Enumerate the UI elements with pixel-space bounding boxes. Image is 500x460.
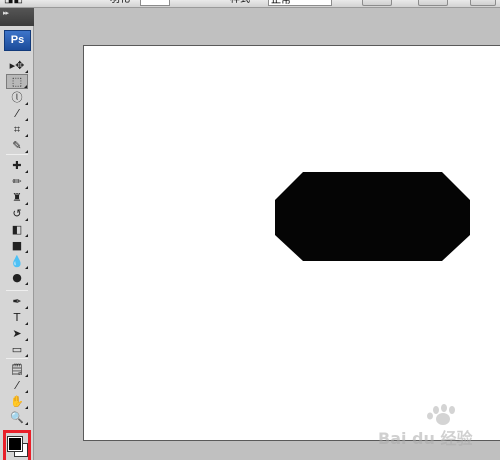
tool-flyout-indicator (25, 102, 28, 105)
feather-label: 羽化 (110, 0, 130, 6)
collapse-arrows-icon[interactable]: ▸▸ (3, 10, 9, 18)
type-icon: T (13, 311, 21, 324)
spot-healing-brush-icon: ✚ (12, 159, 22, 172)
tool-flyout-indicator (25, 218, 28, 221)
refine-edge-button[interactable] (470, 0, 496, 6)
lasso-icon: ⓛ (11, 91, 23, 104)
crop-icon: ⌗ (13, 123, 21, 136)
brush-tool[interactable]: ✏ (6, 174, 28, 189)
notes-tool[interactable]: 🗒 (6, 362, 28, 377)
tools-panel: ▸▸ Ps ▸✥ ⬚ ⓛ ⁄ ⌗ ✎ ✚ ✏ ♜ ↺ ◧ ■ 💧 ● ✒ T ➤ ▭ 🗒 ⁄ ✋ 🔍 (0, 8, 34, 460)
tool-flyout-indicator (25, 150, 28, 153)
type-tool[interactable]: T (6, 310, 28, 325)
hand-icon: ✋ (10, 395, 24, 408)
tool-flyout-indicator (25, 186, 28, 189)
eraser-tool[interactable]: ◧ (6, 222, 28, 237)
dodge-icon: ● (12, 271, 22, 284)
watermark-text: Bai du 经验 (378, 429, 473, 448)
move-icon: ▸✥ (9, 59, 25, 72)
tool-flyout-indicator (25, 354, 28, 357)
style-select[interactable]: 正常 (268, 0, 332, 6)
lasso-tool[interactable]: ⓛ (6, 90, 28, 105)
clone-stamp-tool[interactable]: ♜ (6, 190, 28, 205)
rectangular-marquee-icon: ⬚ (11, 75, 23, 88)
rounded-rectangle-shape[interactable] (275, 172, 470, 261)
pen-icon: ✒ (12, 295, 22, 308)
pen-tool[interactable]: ✒ (6, 294, 28, 309)
tool-flyout-indicator (25, 70, 28, 73)
tool-group-separator (6, 290, 28, 291)
eyedropper-icon: ⁄ (16, 379, 18, 392)
slice-icon: ✎ (12, 139, 22, 152)
rectangular-marquee-tool[interactable]: ⬚ (6, 74, 28, 89)
photoshop-logo[interactable]: Ps (4, 30, 31, 51)
options-tool-preset-icon[interactable]: ◨◧ (4, 0, 23, 6)
tool-flyout-indicator (25, 170, 28, 173)
dodge-tool[interactable]: ● (6, 270, 28, 285)
magic-wand-icon: ⁄ (16, 107, 18, 120)
zoom-icon: 🔍 (10, 411, 24, 424)
tool-flyout-indicator (25, 282, 28, 285)
tool-group-separator (6, 154, 28, 155)
tool-flyout-indicator (25, 374, 28, 377)
notes-icon: 🗒 (10, 363, 24, 376)
blur-tool[interactable]: 💧 (6, 254, 28, 269)
tool-flyout-indicator (25, 118, 28, 121)
style-label: 样式 (230, 0, 250, 6)
eraser-icon: ◧ (11, 223, 23, 236)
color-swatches[interactable] (3, 430, 31, 460)
shape-tool[interactable]: ▭ (6, 342, 28, 357)
foreground-color-swatch[interactable] (7, 436, 23, 452)
style-select-value: 正常 (271, 0, 291, 6)
history-brush-icon: ↺ (12, 207, 22, 220)
tool-flyout-indicator (25, 134, 28, 137)
tool-flyout-indicator (25, 322, 28, 325)
tool-flyout-indicator (25, 406, 28, 409)
crop-tool[interactable]: ⌗ (6, 122, 28, 137)
tool-flyout-indicator (25, 202, 28, 205)
brush-icon: ✏ (12, 175, 22, 188)
move-tool[interactable]: ▸✥ (6, 58, 28, 73)
gradient-tool[interactable]: ■ (6, 238, 28, 253)
path-selection-icon: ➤ (12, 327, 22, 340)
width-input[interactable] (362, 0, 392, 6)
tool-flyout-indicator (25, 306, 28, 309)
gradient-icon: ■ (11, 239, 23, 252)
shape-icon: ▭ (11, 343, 23, 356)
magic-wand-tool[interactable]: ⁄ (6, 106, 28, 121)
eyedropper-tool[interactable]: ⁄ (6, 378, 28, 393)
hand-tool[interactable]: ✋ (6, 394, 28, 409)
tool-group-separator (6, 358, 28, 359)
tool-flyout-indicator (25, 234, 28, 237)
path-selection-tool[interactable]: ➤ (6, 326, 28, 341)
options-bar: ◨◧ 羽化 样式 正常 (0, 0, 500, 8)
tool-flyout-indicator (25, 266, 28, 269)
feather-input[interactable] (140, 0, 170, 6)
clone-stamp-icon: ♜ (12, 191, 22, 204)
tool-flyout-indicator (24, 85, 27, 88)
height-input[interactable] (418, 0, 448, 6)
tools-panel-gripper[interactable]: ▸▸ (0, 8, 34, 26)
history-brush-tool[interactable]: ↺ (6, 206, 28, 221)
slice-tool[interactable]: ✎ (6, 138, 28, 153)
zoom-tool[interactable]: 🔍 (6, 410, 28, 425)
tool-flyout-indicator (25, 250, 28, 253)
tool-flyout-indicator (25, 422, 28, 425)
tool-flyout-indicator (25, 390, 28, 393)
tool-flyout-indicator (25, 338, 28, 341)
blur-icon: 💧 (10, 255, 24, 268)
spot-healing-brush-tool[interactable]: ✚ (6, 158, 28, 173)
